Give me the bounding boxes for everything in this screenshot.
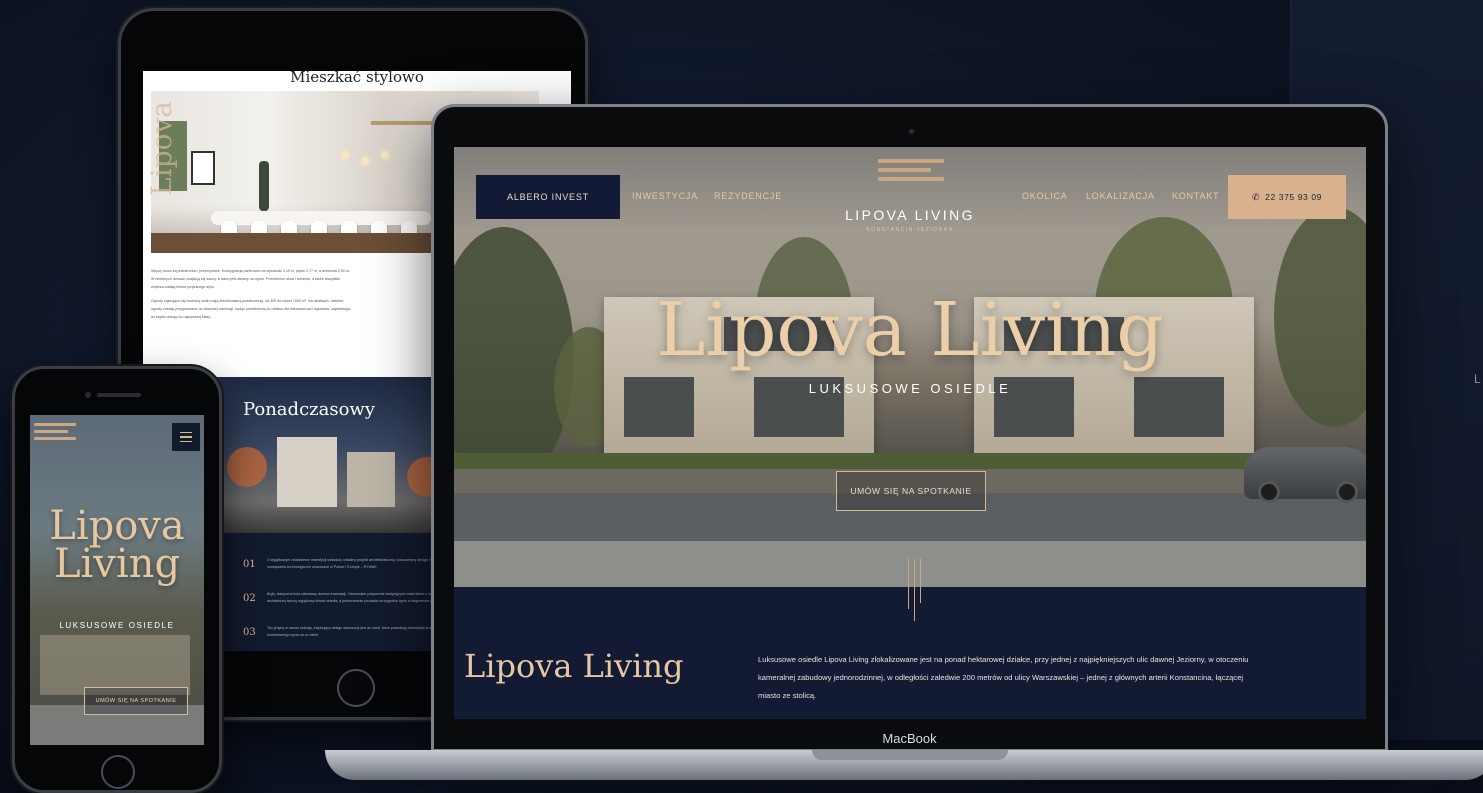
book-meeting-button[interactable]: UMÓW SIĘ NA SPOTKANIE: [836, 471, 986, 511]
tablet-paragraph: Ogrody zajmujące się hodowlą roślin mają…: [151, 299, 351, 319]
intro-title: Lipova Living: [464, 647, 684, 685]
phone-speaker: [97, 393, 141, 397]
photo-lamp: [381, 151, 389, 159]
nav-link-okolica[interactable]: OKOLICA: [1022, 191, 1068, 201]
laptop-notch: [812, 750, 1008, 760]
nav-link-rezydencje[interactable]: REZYDENCJE: [714, 191, 782, 201]
tablet-home-button[interactable]: [337, 669, 375, 707]
hero-section: ALBERO INVEST INWESTYCJA REZYDENCJE LIPO…: [454, 147, 1366, 587]
phone-device: Lipova Living LUKSUSOWE OSIEDLE UMÓW SIĘ…: [12, 366, 222, 793]
hero-subtitle: LUKSUSOWE OSIEDLE: [808, 381, 1012, 396]
tablet-paragraph: Więcej domu są przestronne i przemyślane…: [151, 269, 350, 289]
photo-tree: [227, 447, 267, 487]
photo-house: [347, 452, 395, 507]
phone-home-button[interactable]: [101, 755, 135, 789]
hero-car: [1244, 447, 1366, 503]
logo-stripe: [34, 437, 76, 440]
photo-frame: [191, 151, 215, 185]
phone-icon: ✆: [1252, 191, 1261, 202]
photo-lamp: [361, 157, 369, 165]
laptop-screen: ALBERO INVEST INWESTYCJA REZYDENCJE LIPO…: [454, 147, 1366, 719]
laptop-brand-label: MacBook: [882, 731, 937, 746]
intro-text: Luksusowe osiedle Lipova Living zlokaliz…: [758, 655, 1249, 700]
list-number: 03: [243, 627, 256, 638]
list-number: 01: [243, 559, 256, 570]
logo-stripe: [34, 423, 76, 426]
menu-bar: [180, 436, 192, 438]
decorative-lines: [906, 559, 924, 621]
decor-line: [914, 559, 915, 621]
hamburger-menu-icon[interactable]: [172, 423, 200, 451]
phone-logo-icon[interactable]: [34, 423, 76, 451]
background-letter: L: [1474, 372, 1481, 386]
logo-stripe: [878, 177, 944, 181]
logo-stripe: [878, 168, 931, 172]
phone-contact-button[interactable]: ✆ 22 375 93 09: [1228, 175, 1346, 219]
photo-person: [259, 161, 269, 211]
logo-stripe: [34, 430, 68, 433]
decor-line: [920, 559, 921, 603]
nav-link-inwestycja[interactable]: INWESTYCJA: [632, 191, 698, 201]
laptop-camera: [909, 129, 914, 134]
tablet-section-heading: Mieszkać stylowo: [290, 71, 424, 86]
phone-book-meeting-button[interactable]: UMÓW SIĘ NA SPOTKANIE: [84, 687, 188, 715]
hero-title: Lipova Living: [656, 287, 1164, 373]
decor-line: [908, 559, 909, 609]
intro-section: Lipova Living Luksusowe osiedle Lipova L…: [454, 559, 1366, 719]
brand-name: LIPOVA LIVING: [845, 207, 975, 223]
tablet-dark-heading: Ponadczasowy: [243, 399, 376, 420]
lipova-logo-icon[interactable]: [878, 159, 944, 193]
phone-camera: [85, 392, 91, 398]
logo-stripe: [878, 159, 944, 163]
phone-hero-title: Lipova Living: [49, 503, 185, 587]
phone-house-photo: [40, 635, 190, 695]
phone-screen: Lipova Living LUKSUSOWE OSIEDLE UMÓW SIĘ…: [30, 415, 204, 745]
car-wheel: [1258, 481, 1280, 503]
nav-link-lokalizacja[interactable]: LOKALIZACJA: [1086, 191, 1155, 201]
nav-link-kontakt[interactable]: KONTAKT: [1172, 191, 1219, 201]
car-wheel: [1336, 481, 1358, 503]
phone-number: 22 375 93 09: [1265, 192, 1322, 202]
brand-location: KONSTANCIN-JEZIORNA: [866, 227, 954, 233]
menu-bar: [180, 440, 192, 443]
albero-invest-button[interactable]: ALBERO INVEST: [476, 175, 620, 219]
phone-hero-subtitle: LUKSUSOWE OSIEDLE: [59, 621, 175, 630]
list-number: 02: [243, 593, 256, 604]
photo-house: [277, 437, 337, 507]
tablet-body-text: Więcej domu są przestronne i przemyślane…: [151, 267, 351, 327]
menu-bar: [180, 431, 192, 434]
laptop-device: ALBERO INVEST INWESTYCJA REZYDENCJE LIPO…: [431, 104, 1388, 752]
photo-lamp: [341, 151, 349, 159]
tablet-vertical-text: Lipova: [145, 101, 178, 196]
